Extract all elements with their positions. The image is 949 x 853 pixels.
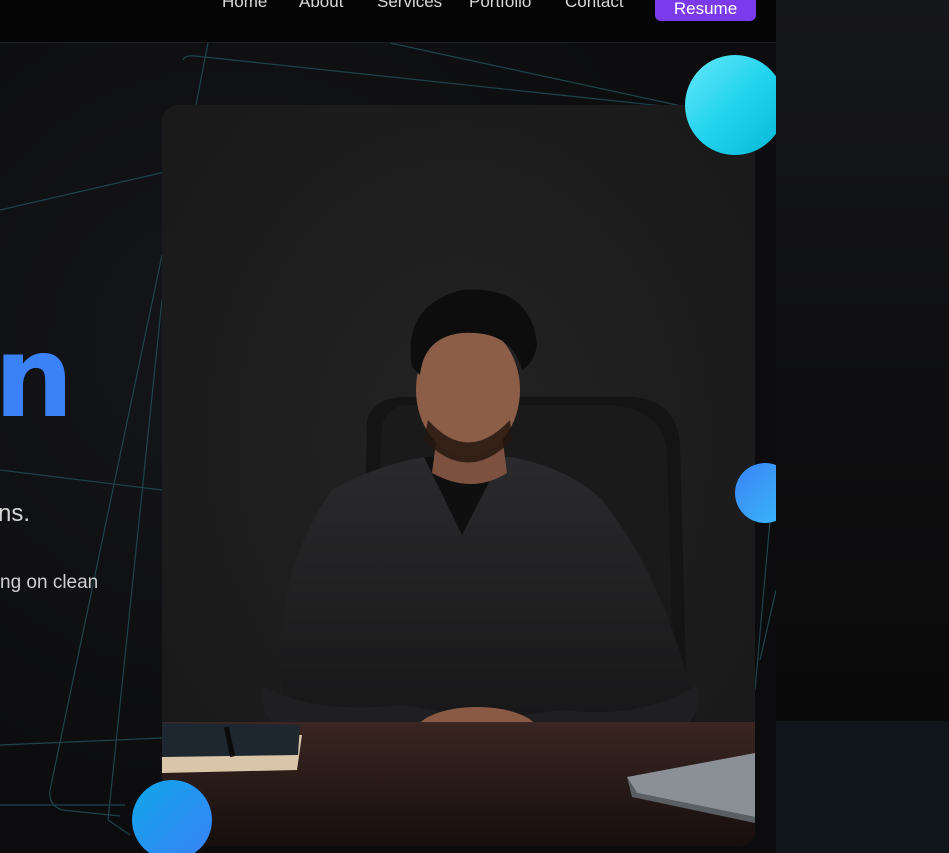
decor-circle-bottom: [132, 780, 212, 853]
nav-link-services[interactable]: Services: [377, 0, 442, 12]
nav-link-contact[interactable]: Contact: [565, 0, 624, 12]
profile-photo-illustration: [162, 105, 755, 846]
hero-description: ng on clean: [0, 572, 99, 593]
nav-link-about[interactable]: About: [299, 0, 343, 12]
right-bottom-panel: [755, 721, 949, 853]
nav-link-portfolio[interactable]: Portfolio: [469, 0, 531, 12]
right-background-panel: [776, 0, 949, 721]
decor-circle-top: [685, 55, 776, 155]
hero-name-heading: n: [0, 313, 74, 443]
top-navbar: Home About Services Portfolio Contact Re…: [0, 0, 776, 43]
profile-photo: [162, 105, 755, 846]
hero-tagline: ns.: [0, 500, 31, 527]
resume-button[interactable]: Resume: [655, 0, 756, 21]
nav-link-home[interactable]: Home: [222, 0, 267, 12]
hero-section: Home About Services Portfolio Contact Re…: [0, 0, 776, 853]
